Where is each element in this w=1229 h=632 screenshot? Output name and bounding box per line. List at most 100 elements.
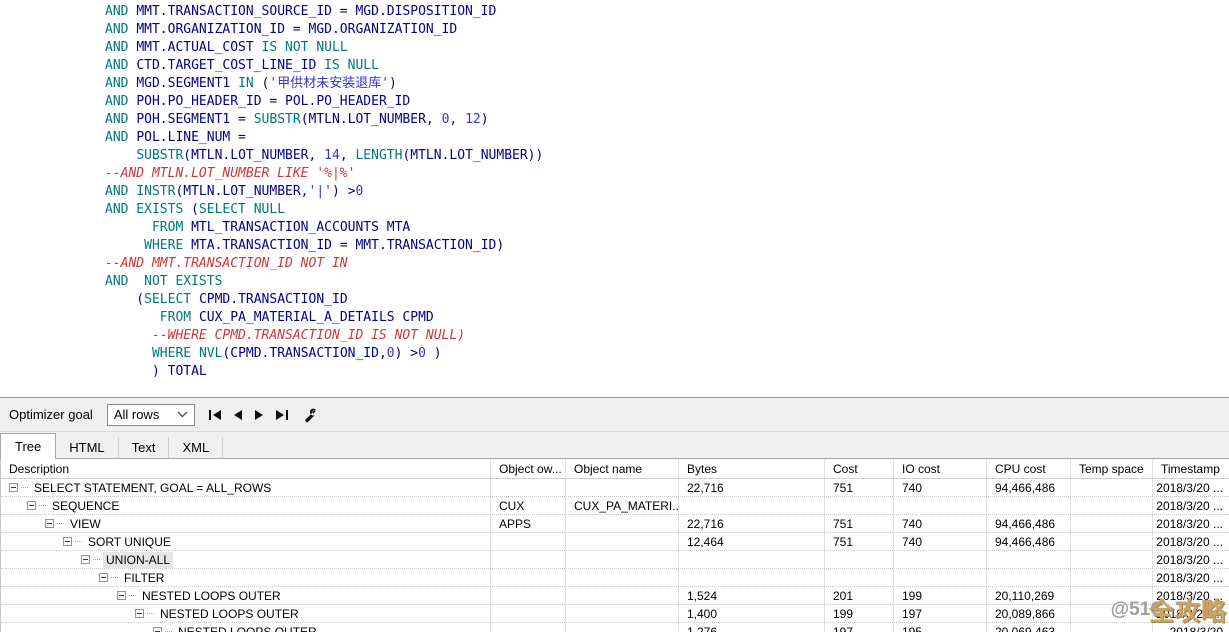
plan-cell-name [566,569,679,586]
plan-operation-label[interactable]: FILTER [121,570,167,586]
plan-table-row[interactable]: SELECT STATEMENT, GOAL = ALL_ROWS 22,716 7… [1,479,1229,497]
sql-code-line: WHERE NVL(CPMD.TRANSACTION_ID,0) >0 ) [105,345,1229,363]
plan-table-row[interactable]: NESTED LOOPS OUTER1,40019919720,089,8662… [1,605,1229,623]
collapse-minus-icon[interactable] [27,501,36,510]
plan-operation-label[interactable]: VIEW [67,516,104,532]
tree-connector [129,595,136,596]
plan-row-description: SELECT STATEMENT, GOAL = ALL_ROWS [1,479,491,496]
collapse-minus-icon[interactable] [9,483,18,492]
plan-cell-cost [825,551,894,568]
tab-xml[interactable]: XML [169,437,223,458]
plan-cell-io: 740 [894,479,987,496]
sql-code-line: AND MMT.ACTUAL_COST IS NOT NULL [105,39,1229,57]
plan-cell-temp [1071,605,1153,622]
last-record-button[interactable] [274,408,290,422]
plan-operation-label[interactable]: SELECT STATEMENT, GOAL = ALL_ROWS [31,480,274,496]
plan-tree-table: Description Object ow... Object name Byt… [0,459,1229,632]
plan-operation-label[interactable]: NESTED LOOPS OUTER [139,588,284,604]
sql-code-line: AND POL.LINE_NUM = [105,129,1229,147]
sql-code-line: AND MGD.SEGMENT1 IN ('甲供材未安装退库') [105,75,1229,93]
plan-cell-temp [1071,551,1153,568]
plan-table-row[interactable]: NESTED LOOPS OUTER1,27619719520,069,4632… [1,623,1229,632]
plan-cell-owner: CUX [491,497,566,514]
sql-code-line: --AND MMT.TRANSACTION_ID NOT IN [105,255,1229,273]
column-header-temp-space[interactable]: Temp space [1071,459,1153,478]
sql-code[interactable]: AND MMT.TRANSACTION_SOURCE_ID = MGD.DISP… [0,0,1229,381]
plan-cell-ts: 2018/3/20 ... [1153,587,1229,604]
sql-code-line: FROM MTL_TRANSACTION_ACCOUNTS MTA [105,219,1229,237]
plan-table-row[interactable]: VIEWAPPS22,71675174094,466,4862018/3/20 … [1,515,1229,533]
column-header-bytes[interactable]: Bytes [679,459,825,478]
column-header-timestamp[interactable]: Timestamp [1153,459,1229,478]
preferences-wrench-button[interactable] [302,407,318,423]
collapse-minus-icon[interactable] [99,573,108,582]
sql-code-line: ) TOTAL [105,363,1229,381]
previous-record-button[interactable] [232,408,244,422]
sql-code-line: WHERE MTA.TRANSACTION_ID = MMT.TRANSACTI… [105,237,1229,255]
plan-cell-cpu [987,497,1071,514]
plan-cell-io [894,497,987,514]
sql-code-line: AND POH.SEGMENT1 = SUBSTR(MTLN.LOT_NUMBE… [105,111,1229,129]
first-record-button[interactable] [207,408,223,422]
sql-code-line: --AND MTLN.LOT_NUMBER LIKE '%|%' [105,165,1229,183]
column-header-io-cost[interactable]: IO cost [894,459,987,478]
tab-html[interactable]: HTML [56,437,118,458]
plan-operation-label[interactable]: SORT UNIQUE [85,534,174,550]
plan-cell-cpu: 94,466,486 [987,515,1071,532]
optimizer-goal-select[interactable]: All rows [107,404,195,426]
sql-code-line: FROM CUX_PA_MATERIAL_A_DETAILS CPMD [105,309,1229,327]
tree-connector [93,559,100,560]
plan-cell-owner [491,569,566,586]
plan-cell-cost [825,569,894,586]
plan-cell-bytes: 22,716 [679,479,825,496]
plan-table-row[interactable]: SORT UNIQUE12,46475174094,466,4862018/3/… [1,533,1229,551]
collapse-minus-icon[interactable] [135,609,144,618]
plan-cell-cpu: 94,466,486 [987,479,1071,496]
plan-cell-temp [1071,587,1153,604]
plan-cell-temp [1071,497,1153,514]
plan-table-row[interactable]: SEQUENCECUXCUX_PA_MATERI...2018/3/20 ... [1,497,1229,515]
plan-table-header: Description Object ow... Object name Byt… [1,459,1229,479]
plan-cell-owner [491,605,566,622]
plan-cell-temp [1071,623,1153,632]
record-navigation [207,408,290,422]
plan-cell-name [566,515,679,532]
collapse-minus-icon[interactable] [45,519,54,528]
sql-code-line: AND EXISTS (SELECT NULL [105,201,1229,219]
column-header-cpu-cost[interactable]: CPU cost [987,459,1071,478]
collapse-minus-icon[interactable] [81,555,90,564]
plan-operation-label[interactable]: NESTED LOOPS OUTER [157,606,302,622]
column-header-description[interactable]: Description [1,459,491,478]
plan-table-row[interactable]: FILTER 2018/3/20 ... [1,569,1229,587]
plan-cell-cost: 199 [825,605,894,622]
plan-cell-bytes: 12,464 [679,533,825,550]
sql-code-line: AND POH.PO_HEADER_ID = POL.PO_HEADER_ID [105,93,1229,111]
plan-cell-io: 197 [894,605,987,622]
plan-cell-temp [1071,533,1153,550]
collapse-minus-icon[interactable] [63,537,72,546]
tab-tree[interactable]: Tree [0,433,56,459]
plan-cell-cpu: 94,466,486 [987,533,1071,550]
tab-text[interactable]: Text [119,437,170,458]
column-header-cost[interactable]: Cost [825,459,894,478]
plan-cell-io: 195 [894,623,987,632]
plan-cell-cost: 201 [825,587,894,604]
column-header-object-name[interactable]: Object name [566,459,679,478]
plan-operation-label[interactable]: NESTED LOOPS OUTER [175,624,320,632]
plan-table-row[interactable]: NESTED LOOPS OUTER1,52420119920,110,2692… [1,587,1229,605]
sql-editor-pane[interactable]: AND MMT.TRANSACTION_SOURCE_ID = MGD.DISP… [0,0,1229,397]
plan-cell-bytes: 1,276 [679,623,825,632]
next-record-button[interactable] [253,408,265,422]
column-header-object-owner[interactable]: Object ow... [491,459,566,478]
plan-cell-cost: 197 [825,623,894,632]
plan-cell-ts: 2018/3/20 ... [1153,569,1229,586]
plan-operation-label[interactable]: SEQUENCE [49,498,122,514]
plan-cell-ts: 2018/3/20 [1153,623,1229,632]
optimizer-goal-value: All rows [114,407,160,422]
plan-operation-label[interactable]: UNION-ALL [103,552,173,568]
plan-row-description: FILTER [1,569,491,586]
collapse-minus-icon[interactable] [117,591,126,600]
collapse-minus-icon[interactable] [153,627,162,632]
plan-table-row[interactable]: UNION-ALL2018/3/20 ... [1,551,1229,569]
tree-connector [39,505,46,506]
